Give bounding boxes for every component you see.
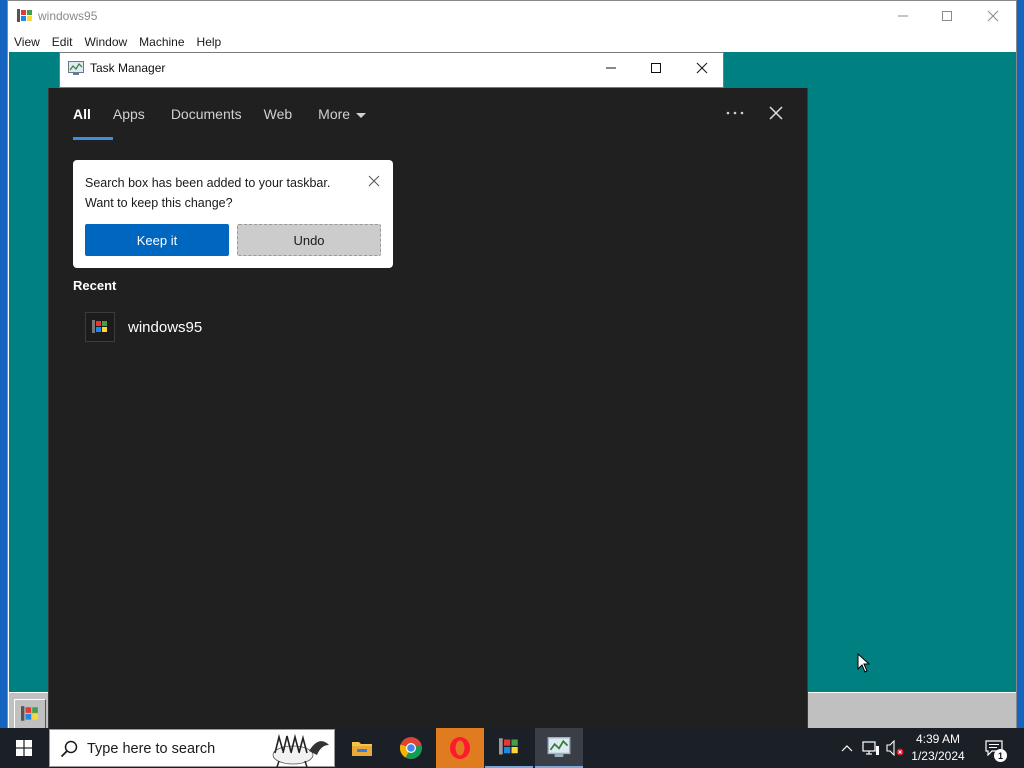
search-input[interactable]: Type here to search: [87, 741, 215, 757]
maximize-icon: [942, 11, 952, 21]
tab-documents-label: Documents: [170, 106, 242, 122]
close-icon: [987, 10, 999, 22]
tab-all[interactable]: All: [63, 102, 113, 140]
taskbar-search-popup: Search box has been added to your taskba…: [73, 160, 393, 268]
keep-it-button[interactable]: Keep it: [85, 224, 229, 256]
tab-apps[interactable]: Apps: [103, 102, 155, 138]
tab-web-label: Web: [263, 106, 293, 122]
minimize-button[interactable]: [880, 1, 926, 31]
windows95-app-icon: [17, 9, 32, 22]
windows-logo-icon: [16, 740, 32, 756]
notification-count-badge: 1: [994, 749, 1007, 762]
tab-apps-label: Apps: [112, 106, 145, 122]
action-center-button[interactable]: [980, 728, 1008, 768]
close-icon: [696, 62, 708, 74]
network-tray-button[interactable]: [860, 728, 882, 768]
windows95-icon: [499, 738, 518, 755]
start-button[interactable]: [0, 728, 48, 768]
recent-item-windows95[interactable]: windows95: [85, 310, 385, 344]
taskbar-opera[interactable]: [436, 728, 484, 768]
search-close-button[interactable]: [761, 100, 791, 126]
task-manager-minimize-button[interactable]: [588, 53, 634, 83]
show-hidden-icons-button[interactable]: [838, 728, 856, 768]
caret-down-icon: [356, 112, 367, 118]
more-options-button[interactable]: [721, 102, 749, 124]
search-panel: All Apps Documents Web More Search box h…: [48, 88, 808, 728]
task-manager-icon: [547, 737, 571, 757]
task-manager-maximize-button[interactable]: [633, 53, 679, 83]
volume-muted-icon: [886, 740, 904, 756]
menu-help[interactable]: Help: [191, 32, 228, 52]
minimize-icon: [898, 15, 908, 17]
maximize-icon: [651, 63, 661, 73]
clock-time: 4:39 AM: [915, 732, 961, 746]
search-highlight-illustration-icon: [272, 733, 329, 767]
menu-window[interactable]: Window: [78, 32, 133, 52]
clock[interactable]: 4:39 AM 1/23/2024: [904, 731, 972, 765]
close-icon: [368, 175, 380, 187]
popup-message-line2: Want to keep this change?: [85, 196, 233, 210]
menu-view[interactable]: View: [8, 32, 46, 52]
minimize-icon: [606, 67, 616, 69]
search-icon: [60, 740, 78, 758]
vm-title: windows95: [38, 9, 98, 23]
taskbar-task-manager[interactable]: [535, 728, 583, 768]
undo-button[interactable]: Undo: [237, 224, 381, 256]
recent-heading: Recent: [73, 278, 117, 293]
task-manager-close-button[interactable]: [679, 53, 725, 83]
taskbar: Type here to search 4:39 AM 1/23/2024: [0, 728, 1024, 768]
windows95-icon: [85, 312, 115, 342]
recent-item-label: windows95: [128, 318, 203, 336]
menu-machine[interactable]: Machine: [133, 32, 190, 52]
windows95-icon: [21, 706, 38, 721]
task-manager-icon: [68, 61, 84, 75]
opera-icon: [450, 737, 470, 759]
taskbar-chrome[interactable]: [387, 728, 435, 768]
close-button[interactable]: [970, 1, 1016, 31]
close-icon: [769, 106, 783, 120]
vm-task-button[interactable]: [14, 699, 46, 729]
ellipsis-icon: [726, 111, 744, 115]
tab-more[interactable]: More: [308, 102, 376, 138]
network-icon: [862, 741, 879, 755]
tab-all-label: All: [73, 106, 91, 122]
maximize-button[interactable]: [924, 1, 970, 31]
taskbar-windows95[interactable]: [485, 728, 533, 768]
tab-more-label: More: [318, 106, 351, 122]
taskbar-search-box[interactable]: Type here to search: [49, 729, 335, 767]
task-manager-title: Task Manager: [90, 61, 166, 75]
vm-menubar: View Edit Window Machine Help: [8, 32, 1016, 52]
taskbar-file-explorer[interactable]: [338, 728, 386, 768]
vm-titlebar[interactable]: windows95: [8, 1, 1016, 31]
clock-date: 1/23/2024: [911, 749, 965, 763]
chevron-up-icon: [841, 745, 853, 752]
tab-documents[interactable]: Documents: [161, 102, 252, 138]
menu-edit[interactable]: Edit: [46, 32, 79, 52]
popup-close-button[interactable]: [365, 172, 383, 190]
chrome-icon: [399, 737, 422, 759]
task-manager-window: Task Manager: [59, 52, 724, 88]
search-tabs: All Apps Documents Web More: [63, 102, 376, 140]
popup-message-line1: Search box has been added to your taskba…: [85, 176, 331, 190]
volume-tray-button[interactable]: [884, 728, 906, 768]
tab-web[interactable]: Web: [254, 102, 303, 138]
file-explorer-icon: [352, 742, 372, 756]
mouse-cursor-icon: [857, 653, 871, 673]
